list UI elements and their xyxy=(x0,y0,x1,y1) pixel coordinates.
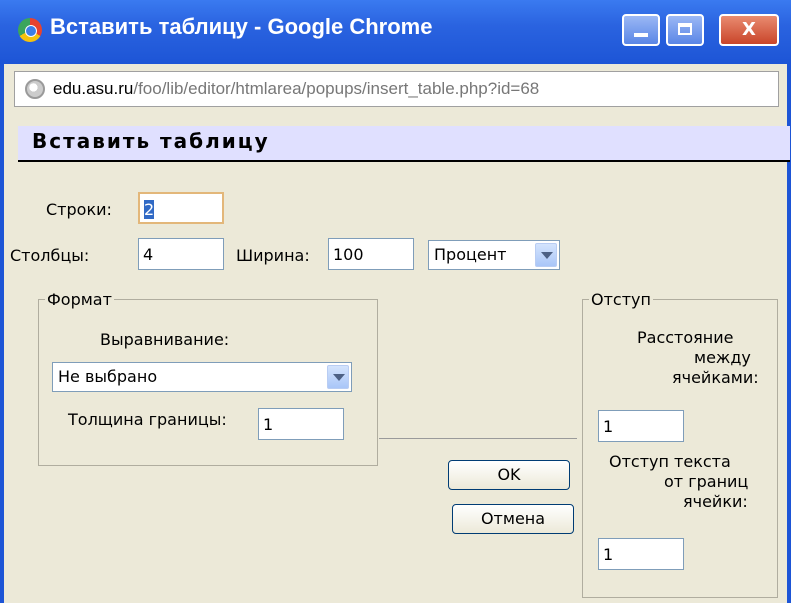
cell-spacing-label-line3: ячейками: xyxy=(672,368,759,387)
window-title: Вставить таблицу - Google Chrome xyxy=(50,14,433,39)
url-field[interactable]: edu.asu.ru/foo/lib/editor/htmlarea/popup… xyxy=(14,71,779,107)
width-unit-value: Процент xyxy=(434,245,507,264)
url-text: edu.asu.ru/foo/lib/editor/htmlarea/popup… xyxy=(53,79,539,99)
rows-value: 2 xyxy=(144,200,155,219)
dialog-content: Вставить таблицу Строки: 2 Столбцы: 4 Ши… xyxy=(0,114,791,603)
align-value: Не выбрано xyxy=(58,367,158,386)
url-path: /foo/lib/editor/htmlarea/popups/insert_t… xyxy=(133,79,540,98)
cell-padding-label-line3: ячейки: xyxy=(683,492,748,511)
maximize-button[interactable] xyxy=(666,14,704,46)
cell-padding-label-line2: от границ xyxy=(664,472,749,491)
address-bar: edu.asu.ru/foo/lib/editor/htmlarea/popup… xyxy=(0,64,791,114)
close-icon: X xyxy=(742,19,756,40)
minimize-icon xyxy=(634,33,648,37)
cell-spacing-input[interactable]: 1 xyxy=(598,410,684,442)
dialog-title: Вставить таблицу xyxy=(32,129,270,153)
chevron-down-icon xyxy=(327,365,349,389)
cell-spacing-label-line1: Расстояние xyxy=(637,328,734,347)
align-label: Выравнивание: xyxy=(100,330,230,349)
rows-input[interactable]: 2 xyxy=(138,192,224,224)
border-input[interactable]: 1 xyxy=(258,408,344,440)
cols-label: Столбцы: xyxy=(10,246,90,265)
cancel-button[interactable]: Отмена xyxy=(452,504,574,534)
width-label: Ширина: xyxy=(236,246,310,265)
align-select[interactable]: Не выбрано xyxy=(52,362,352,392)
chevron-down-icon xyxy=(535,243,557,267)
cols-input[interactable]: 4 xyxy=(138,238,224,270)
rows-label: Строки: xyxy=(46,200,112,219)
globe-icon xyxy=(25,79,45,99)
cell-spacing-label-line2: между xyxy=(694,348,751,367)
cell-padding-input[interactable]: 1 xyxy=(598,538,684,570)
border-label: Толщина границы: xyxy=(68,410,227,429)
spacing-legend: Отступ xyxy=(591,290,651,309)
ok-button[interactable]: OK xyxy=(448,460,570,490)
close-button[interactable]: X xyxy=(719,14,779,46)
url-domain: edu.asu.ru xyxy=(53,79,134,98)
width-input[interactable]: 100 xyxy=(328,238,414,270)
width-unit-select[interactable]: Процент xyxy=(428,240,560,270)
format-legend: Формат xyxy=(47,290,112,309)
dialog-header: Вставить таблицу xyxy=(18,126,790,162)
maximize-icon xyxy=(678,23,692,35)
divider-line xyxy=(379,438,577,439)
minimize-button[interactable] xyxy=(622,14,660,46)
title-bar[interactable]: Вставить таблицу - Google Chrome X xyxy=(0,0,791,64)
chrome-logo-icon xyxy=(18,18,42,42)
cell-padding-label-line1: Отступ текста xyxy=(609,452,731,471)
browser-window: Вставить таблицу - Google Chrome X edu.a… xyxy=(0,0,791,603)
